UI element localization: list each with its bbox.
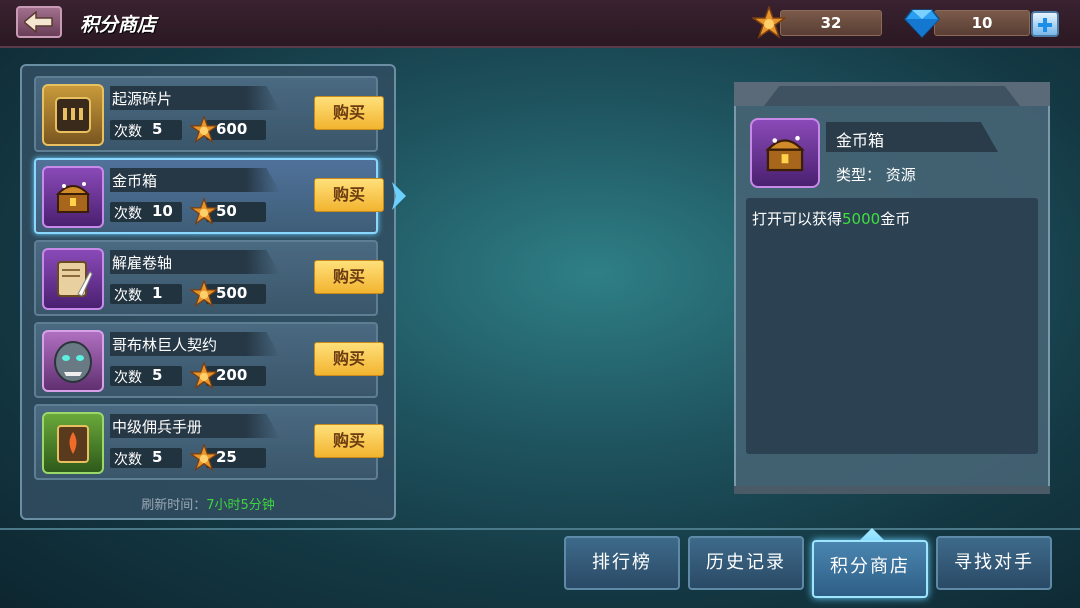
points-star-icon — [190, 280, 218, 308]
buy-button[interactable]: 购买 — [314, 260, 384, 294]
item-name: 中级佣兵手册 — [112, 418, 203, 436]
shop-item-row[interactable]: 解雇卷轴 次数 1 500 购买 — [34, 240, 384, 316]
type-value: 资源 — [885, 166, 916, 184]
points-star-icon — [190, 198, 218, 226]
points-star-icon — [190, 444, 218, 472]
points-star-icon — [752, 6, 786, 39]
item-price: 600 — [216, 120, 248, 138]
selection-arrow-icon — [392, 182, 406, 210]
desc-highlight: 5000 — [842, 210, 881, 228]
refresh-label: 刷新时间： — [141, 498, 207, 513]
detail-panel-footer — [734, 486, 1050, 494]
page-title: 积分商店 — [80, 14, 157, 36]
count-value: 1 — [152, 284, 163, 302]
type-label: 类型： — [836, 166, 882, 184]
item-price: 50 — [216, 202, 237, 220]
goblin-giant-contract-icon — [42, 330, 104, 392]
count-label: 次数 — [114, 124, 142, 140]
shop-item-row[interactable]: 金币箱 次数 10 50 购买 — [34, 158, 384, 234]
buy-button[interactable]: 购买 — [314, 96, 384, 130]
diamonds-value: 10 — [971, 14, 993, 32]
count-value: 5 — [152, 448, 163, 466]
tab-leaderboard[interactable]: 排行榜 — [564, 536, 680, 590]
points-star-icon — [190, 362, 218, 390]
detail-description-box — [746, 198, 1038, 454]
count-value: 10 — [152, 202, 173, 220]
count-value: 5 — [152, 366, 163, 384]
gold-chest-icon — [750, 118, 820, 188]
count-value: 5 — [152, 120, 163, 138]
points-counter: 32 — [780, 10, 882, 36]
item-name: 解雇卷轴 — [112, 254, 173, 272]
tab-find-opponent[interactable]: 寻找对手 — [936, 536, 1052, 590]
shop-item-row[interactable]: 起源碎片 次数 5 600 购买 — [34, 76, 384, 152]
points-value: 32 — [820, 14, 842, 32]
top-bar: 积分商店 32 10 — [0, 0, 1080, 48]
diamonds-counter: 10 — [934, 10, 1030, 36]
buy-button[interactable]: 购买 — [314, 424, 384, 458]
dismissal-scroll-icon — [42, 248, 104, 310]
add-diamonds-button[interactable] — [1031, 11, 1059, 37]
buy-button[interactable]: 购买 — [314, 342, 384, 376]
count-label: 次数 — [114, 370, 142, 386]
item-price: 25 — [216, 448, 237, 466]
points-star-icon — [190, 116, 218, 144]
detail-item-name: 金币箱 — [836, 131, 885, 150]
item-name: 哥布林巨人契约 — [112, 336, 218, 354]
refresh-timer: 刷新时间：7小时5分钟 — [22, 494, 394, 513]
tab-history[interactable]: 历史记录 — [688, 536, 804, 590]
gold-chest-icon — [42, 166, 104, 228]
item-detail-panel: 金币箱 类型： 资源 打开可以获得5000金币 — [734, 82, 1050, 494]
buy-button[interactable]: 购买 — [314, 178, 384, 212]
active-tab-caret-icon — [860, 528, 884, 540]
item-price: 200 — [216, 366, 248, 384]
tabs-divider — [0, 528, 1080, 530]
diamond-icon — [904, 9, 940, 38]
desc-suffix: 金币 — [880, 210, 911, 228]
back-button[interactable] — [16, 6, 62, 38]
count-label: 次数 — [114, 452, 142, 468]
item-name: 金币箱 — [112, 172, 158, 190]
detail-description: 打开可以获得5000金币 — [752, 208, 910, 229]
tab-points-shop[interactable]: 积分商店 — [812, 540, 928, 598]
origin-fragment-icon — [42, 84, 104, 146]
item-name: 起源碎片 — [112, 90, 173, 108]
count-label: 次数 — [114, 206, 142, 222]
detail-panel-header — [734, 82, 1050, 106]
item-price: 500 — [216, 284, 248, 302]
shop-item-row[interactable]: 中级佣兵手册 次数 5 25 购买 — [34, 404, 384, 480]
detail-item-type: 类型： 资源 — [836, 164, 916, 185]
desc-prefix: 打开可以获得 — [752, 210, 843, 228]
shop-item-row[interactable]: 哥布林巨人契约 次数 5 200 购买 — [34, 322, 384, 398]
count-label: 次数 — [114, 288, 142, 304]
mercenary-manual-icon — [42, 412, 104, 474]
back-arrow-icon — [24, 11, 53, 33]
refresh-time: 7小时5分钟 — [206, 498, 275, 513]
shop-list-panel: 起源碎片 次数 5 600 购买 金币箱 次数 10 50 购买 解雇卷轴 次数… — [20, 64, 396, 520]
